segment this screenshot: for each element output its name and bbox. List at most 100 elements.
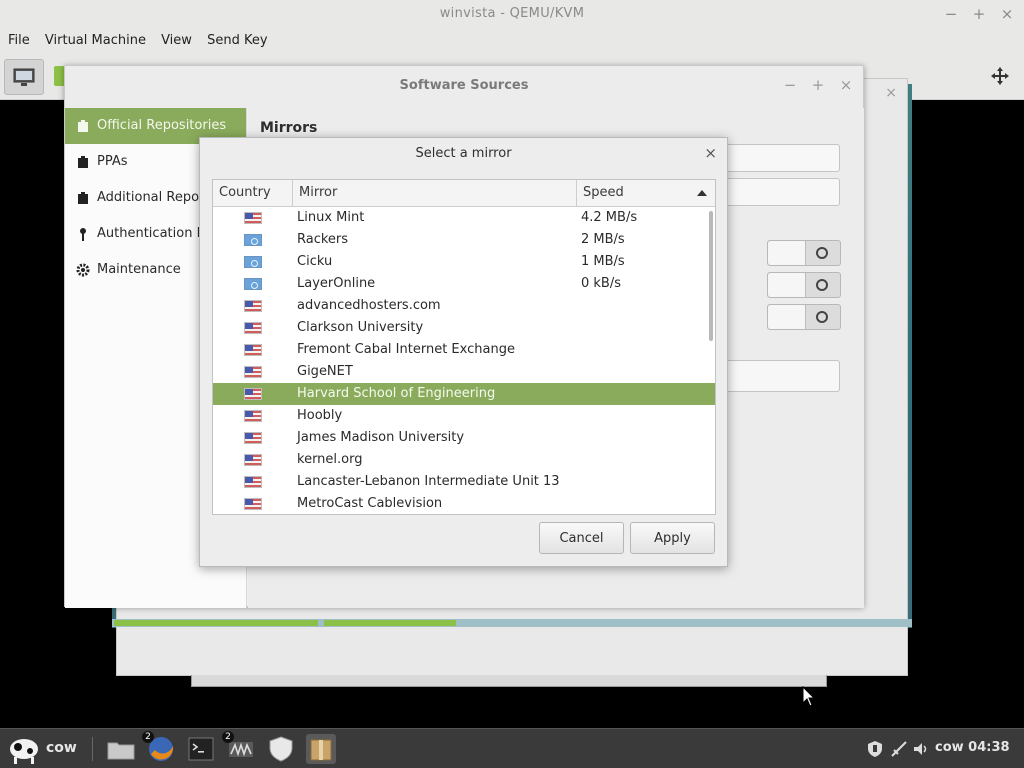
- taskbar: cow 2 2 cow 04:38: [0, 728, 1024, 768]
- menu-file[interactable]: File: [0, 30, 30, 48]
- mirror-name: Rackers: [297, 232, 349, 247]
- software-sources-titlebar: Software Sources − + ×: [65, 66, 863, 108]
- mirror-name: Lancaster-Lebanon Intermediate Unit 13: [297, 474, 560, 489]
- table-row[interactable]: Cicku 1 MB/s: [213, 251, 715, 273]
- list-header: Country Mirror Speed: [213, 180, 715, 207]
- monitor-icon: [13, 68, 35, 86]
- table-row[interactable]: advancedhosters.com: [213, 295, 715, 317]
- toggle-switch[interactable]: [767, 304, 841, 330]
- volume-icon[interactable]: [912, 740, 930, 758]
- resize-arrows-icon: [991, 67, 1009, 85]
- close-button[interactable]: ×: [837, 76, 855, 94]
- maximize-button[interactable]: +: [970, 5, 988, 23]
- table-row[interactable]: MetroCast Cablevision: [213, 493, 715, 514]
- mirrors-heading: Mirrors: [260, 120, 318, 136]
- taskbar-app-terminal[interactable]: [186, 734, 216, 764]
- mirror-name: Clarkson University: [297, 320, 424, 335]
- table-row[interactable]: Hoobly: [213, 405, 715, 427]
- us-flag-icon: [244, 300, 262, 312]
- minimize-button[interactable]: −: [781, 76, 799, 94]
- table-row[interactable]: Rackers 2 MB/s: [213, 229, 715, 251]
- cow-logo-icon: [10, 739, 38, 764]
- taskbar-app-firefox[interactable]: 2: [142, 731, 176, 764]
- taskbar-app-update-manager[interactable]: [266, 734, 296, 764]
- us-flag-icon: [244, 344, 262, 356]
- apply-button[interactable]: Apply: [630, 522, 715, 554]
- mirror-speed: 0 kB/s: [581, 276, 622, 291]
- un-flag-icon: [244, 278, 262, 290]
- taskbar-app-virt-manager[interactable]: 2: [222, 731, 256, 764]
- package-icon: [78, 192, 88, 204]
- us-flag-icon: [244, 388, 262, 400]
- us-flag-icon: [244, 498, 262, 510]
- table-row[interactable]: LayerOnline 0 kB/s: [213, 273, 715, 295]
- window-count-badge: 2: [142, 731, 154, 743]
- menu-virtual-machine[interactable]: Virtual Machine: [37, 30, 146, 48]
- table-row[interactable]: Lancaster-Lebanon Intermediate Unit 13: [213, 471, 715, 493]
- us-flag-icon: [244, 212, 262, 224]
- progress-fill: [114, 620, 318, 626]
- column-header-speed-label: Speed: [583, 185, 624, 200]
- column-header-speed[interactable]: Speed: [577, 180, 715, 206]
- main-mirror-button[interactable]: [716, 144, 840, 172]
- table-row[interactable]: Fremont Cabal Internet Exchange: [213, 339, 715, 361]
- shield-icon: [269, 736, 293, 762]
- taskbar-app-files[interactable]: [106, 734, 136, 764]
- us-flag-icon: [244, 432, 262, 444]
- us-flag-icon: [244, 476, 262, 488]
- host-titlebar: winvista - QEMU/KVM − + ×: [0, 0, 1024, 30]
- mirror-list[interactable]: Country Mirror Speed Linux Mint 4.2 MB/s R…: [212, 179, 716, 515]
- fullscreen-button[interactable]: [990, 66, 1010, 90]
- base-mirror-button[interactable]: [716, 178, 840, 206]
- minimize-button[interactable]: −: [942, 5, 960, 23]
- column-header-mirror[interactable]: Mirror: [293, 180, 577, 206]
- table-row[interactable]: kernel.org: [213, 449, 715, 471]
- cancel-button[interactable]: Cancel: [539, 522, 624, 554]
- shield-tray-icon[interactable]: [866, 740, 884, 758]
- table-row[interactable]: Linux Mint 4.2 MB/s: [213, 207, 715, 229]
- close-icon[interactable]: ×: [885, 85, 897, 101]
- mirror-name: Cicku: [297, 254, 333, 269]
- table-row[interactable]: Harvard School of Engineering: [213, 383, 715, 405]
- mirror-speed: 1 MB/s: [581, 254, 625, 269]
- toggle-switch[interactable]: [767, 240, 841, 266]
- package-icon: [78, 156, 88, 168]
- table-row[interactable]: Clarkson University: [213, 317, 715, 339]
- un-flag-icon: [244, 256, 262, 268]
- menu-button[interactable]: [6, 733, 42, 765]
- toggle-switch[interactable]: [767, 272, 841, 298]
- us-flag-icon: [244, 410, 262, 422]
- console-view-button[interactable]: [4, 59, 44, 95]
- menu-label[interactable]: cow: [46, 740, 77, 756]
- sidebar-item-label: Official Repositories: [97, 118, 227, 133]
- maximize-button[interactable]: +: [809, 76, 827, 94]
- close-button[interactable]: ×: [998, 5, 1016, 23]
- user-clock[interactable]: cow 04:38: [935, 740, 1010, 755]
- package-icon: [310, 739, 332, 761]
- menu-view[interactable]: View: [153, 30, 192, 48]
- mirror-name: kernel.org: [297, 452, 363, 467]
- action-button[interactable]: [716, 360, 840, 392]
- select-mirror-dialog: Select a mirror × Country Mirror Speed L…: [199, 137, 728, 567]
- table-row[interactable]: James Madison University: [213, 427, 715, 449]
- scrollbar[interactable]: [709, 211, 713, 341]
- mirror-name: Fremont Cabal Internet Exchange: [297, 342, 515, 357]
- us-flag-icon: [244, 366, 262, 378]
- un-flag-icon: [244, 234, 262, 246]
- mirror-name: Harvard School of Engineering: [297, 386, 496, 401]
- folder-icon: [107, 742, 135, 760]
- column-header-country[interactable]: Country: [213, 180, 293, 206]
- mirror-name: LayerOnline: [297, 276, 376, 291]
- table-row[interactable]: GigeNET: [213, 361, 715, 383]
- network-disconnected-icon[interactable]: [890, 740, 908, 758]
- mirror-speed: 2 MB/s: [581, 232, 625, 247]
- us-flag-icon: [244, 454, 262, 466]
- mirror-speed: 4.2 MB/s: [581, 210, 638, 225]
- window-count-badge: 2: [222, 731, 234, 743]
- dialog-titlebar: Select a mirror ×: [200, 138, 727, 170]
- close-icon[interactable]: ×: [704, 144, 717, 162]
- menu-send-key[interactable]: Send Key: [199, 30, 267, 48]
- key-icon: [80, 228, 86, 241]
- us-flag-icon: [244, 322, 262, 334]
- taskbar-app-archive[interactable]: [306, 734, 336, 764]
